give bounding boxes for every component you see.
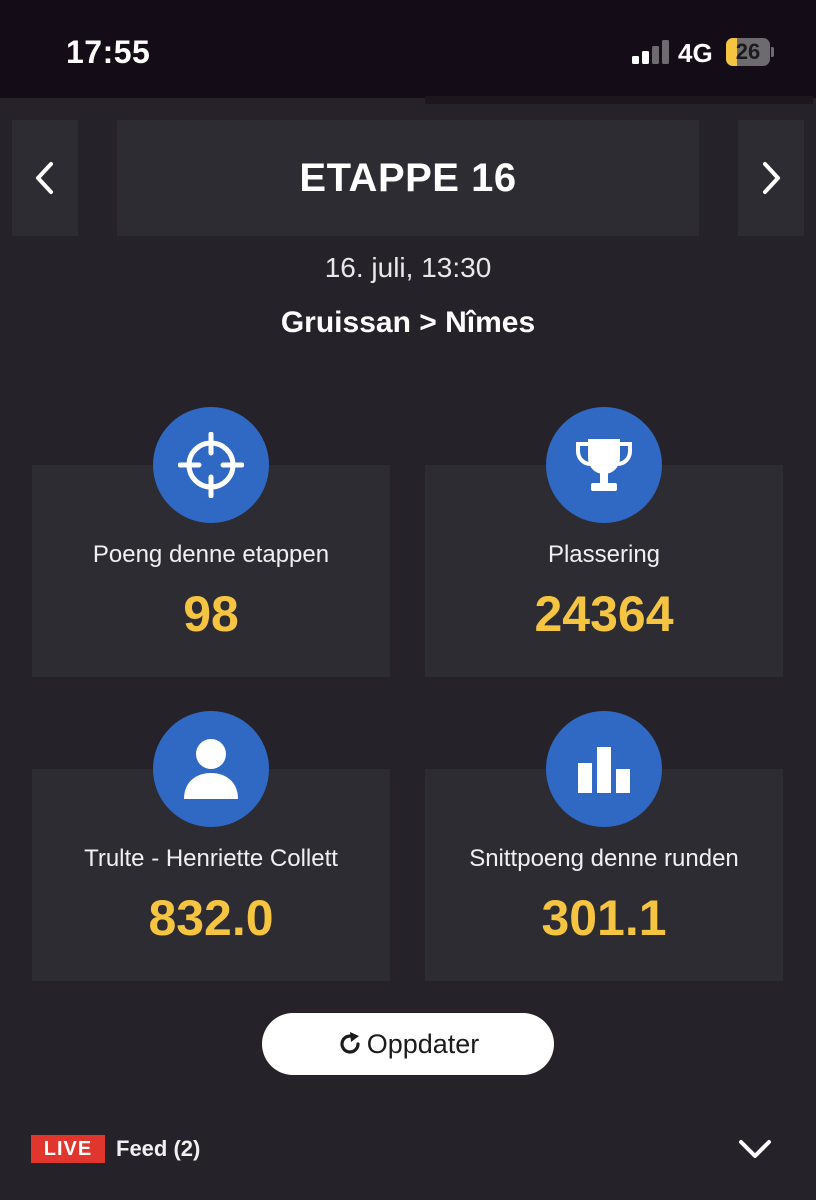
card-value: 301.1 [541,890,667,946]
chevron-left-icon [36,162,53,194]
stage-title: ETAPPE 16 [117,120,699,236]
battery-icon: 26 [726,38,774,66]
signal-strength-icon [632,40,669,64]
previous-stage-button[interactable] [12,120,78,236]
refresh-label: Oppdater [366,1028,480,1059]
next-stage-button[interactable] [738,120,804,236]
card-value: 98 [183,586,239,642]
card-label: Snittpoeng denne runden [469,845,739,872]
header-shadow [425,96,813,104]
card-label: Plassering [547,541,661,568]
stage-route: Gruissan > Nîmes [280,306,536,339]
stage-date: 16. juli, 13:30 [324,252,492,283]
card-label: Poeng denne etappen [92,541,330,568]
refresh-button[interactable]: Oppdater [262,1013,554,1075]
battery-percentage: 26 [735,39,761,64]
card-label: Trulte - Henriette Collett [84,845,338,872]
user-icon [153,711,269,827]
live-badge: LIVE [31,1135,105,1163]
network-type: 4G [678,38,713,68]
bar-chart-icon [546,711,662,827]
card-value: 832.0 [148,890,274,946]
chevron-right-icon [763,162,780,194]
feed-label[interactable]: Feed (2) [116,1135,200,1163]
status-time: 17:55 [66,34,151,70]
crosshair-icon [153,407,269,523]
feed-toggle-button[interactable] [738,1134,772,1164]
refresh-icon [340,1032,360,1054]
trophy-icon [546,407,662,523]
status-bar: 17:55 4G 26 [0,0,816,98]
chevron-down-icon [739,1140,771,1158]
card-value: 24364 [534,586,674,642]
